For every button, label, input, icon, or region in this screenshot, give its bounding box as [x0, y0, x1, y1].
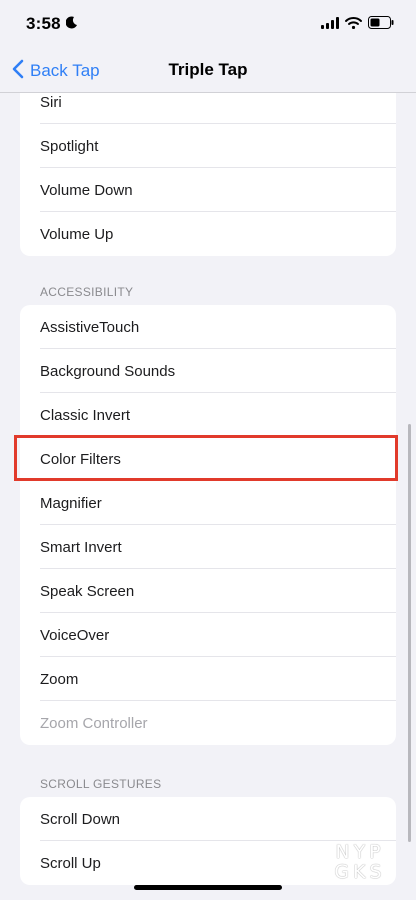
- watermark-line-1: NYP: [335, 841, 385, 863]
- accessibility-group: AssistiveTouch Background Sounds Classic…: [20, 305, 396, 745]
- settings-list[interactable]: Siri Spotlight Volume Down Volume Up ACC…: [0, 92, 416, 900]
- list-item-zoom-controller: Zoom Controller: [20, 701, 396, 745]
- wifi-icon: [345, 16, 362, 34]
- list-item-label: Zoom Controller: [40, 714, 148, 732]
- list-item-label: Zoom: [40, 670, 79, 688]
- list-item-magnifier[interactable]: Magnifier: [20, 481, 396, 525]
- list-item-classic-invert[interactable]: Classic Invert: [20, 393, 396, 437]
- watermark-logo: NYP GKS: [318, 842, 402, 886]
- list-item-label: Siri: [40, 93, 62, 111]
- status-bar: 3:58: [0, 0, 416, 50]
- list-item-label: Magnifier: [40, 494, 102, 512]
- list-item-label: AssistiveTouch: [40, 318, 140, 336]
- status-time: 3:58: [26, 14, 61, 33]
- list-item-siri[interactable]: Siri: [20, 92, 396, 124]
- status-icons: [321, 16, 394, 34]
- list-item-smart-invert[interactable]: Smart Invert: [20, 525, 396, 569]
- system-actions-group: Siri Spotlight Volume Down Volume Up: [20, 92, 396, 256]
- watermark-line-2: GKS: [334, 861, 386, 883]
- list-item-scroll-down[interactable]: Scroll Down: [20, 797, 396, 841]
- list-item-label: Color Filters: [40, 450, 121, 468]
- list-item-background-sounds[interactable]: Background Sounds: [20, 349, 396, 393]
- list-item-label: Classic Invert: [40, 406, 131, 424]
- list-item-color-filters[interactable]: Color Filters: [20, 437, 396, 481]
- moon-icon: [65, 16, 78, 34]
- scroll-indicator[interactable]: [408, 424, 411, 842]
- page-title: Triple Tap: [168, 60, 248, 79]
- home-indicator[interactable]: [134, 885, 282, 890]
- list-item-label: VoiceOver: [40, 626, 110, 644]
- list-item-label: Smart Invert: [40, 538, 122, 556]
- cellular-signal-icon: [321, 16, 339, 34]
- list-item-label: Volume Up: [40, 225, 114, 243]
- list-item-voiceover[interactable]: VoiceOver: [20, 613, 396, 657]
- list-item-label: Volume Down: [40, 181, 133, 199]
- navigation-bar: Back Tap Triple Tap: [0, 50, 416, 93]
- list-item-label: Background Sounds: [40, 362, 176, 380]
- list-item-label: Speak Screen: [40, 582, 135, 600]
- list-item-volume-down[interactable]: Volume Down: [20, 168, 396, 212]
- section-header-accessibility: ACCESSIBILITY: [40, 285, 134, 299]
- list-item-spotlight[interactable]: Spotlight: [20, 124, 396, 168]
- list-item-zoom[interactable]: Zoom: [20, 657, 396, 701]
- list-item-volume-up[interactable]: Volume Up: [20, 212, 396, 256]
- list-item-speak-screen[interactable]: Speak Screen: [20, 569, 396, 613]
- section-header-scroll-gestures: SCROLL GESTURES: [40, 777, 162, 791]
- battery-icon: [368, 16, 394, 34]
- list-item-label: Scroll Up: [40, 854, 101, 872]
- list-item-label: Spotlight: [40, 137, 99, 155]
- list-item-assistivetouch[interactable]: AssistiveTouch: [20, 305, 396, 349]
- list-item-label: Scroll Down: [40, 810, 121, 828]
